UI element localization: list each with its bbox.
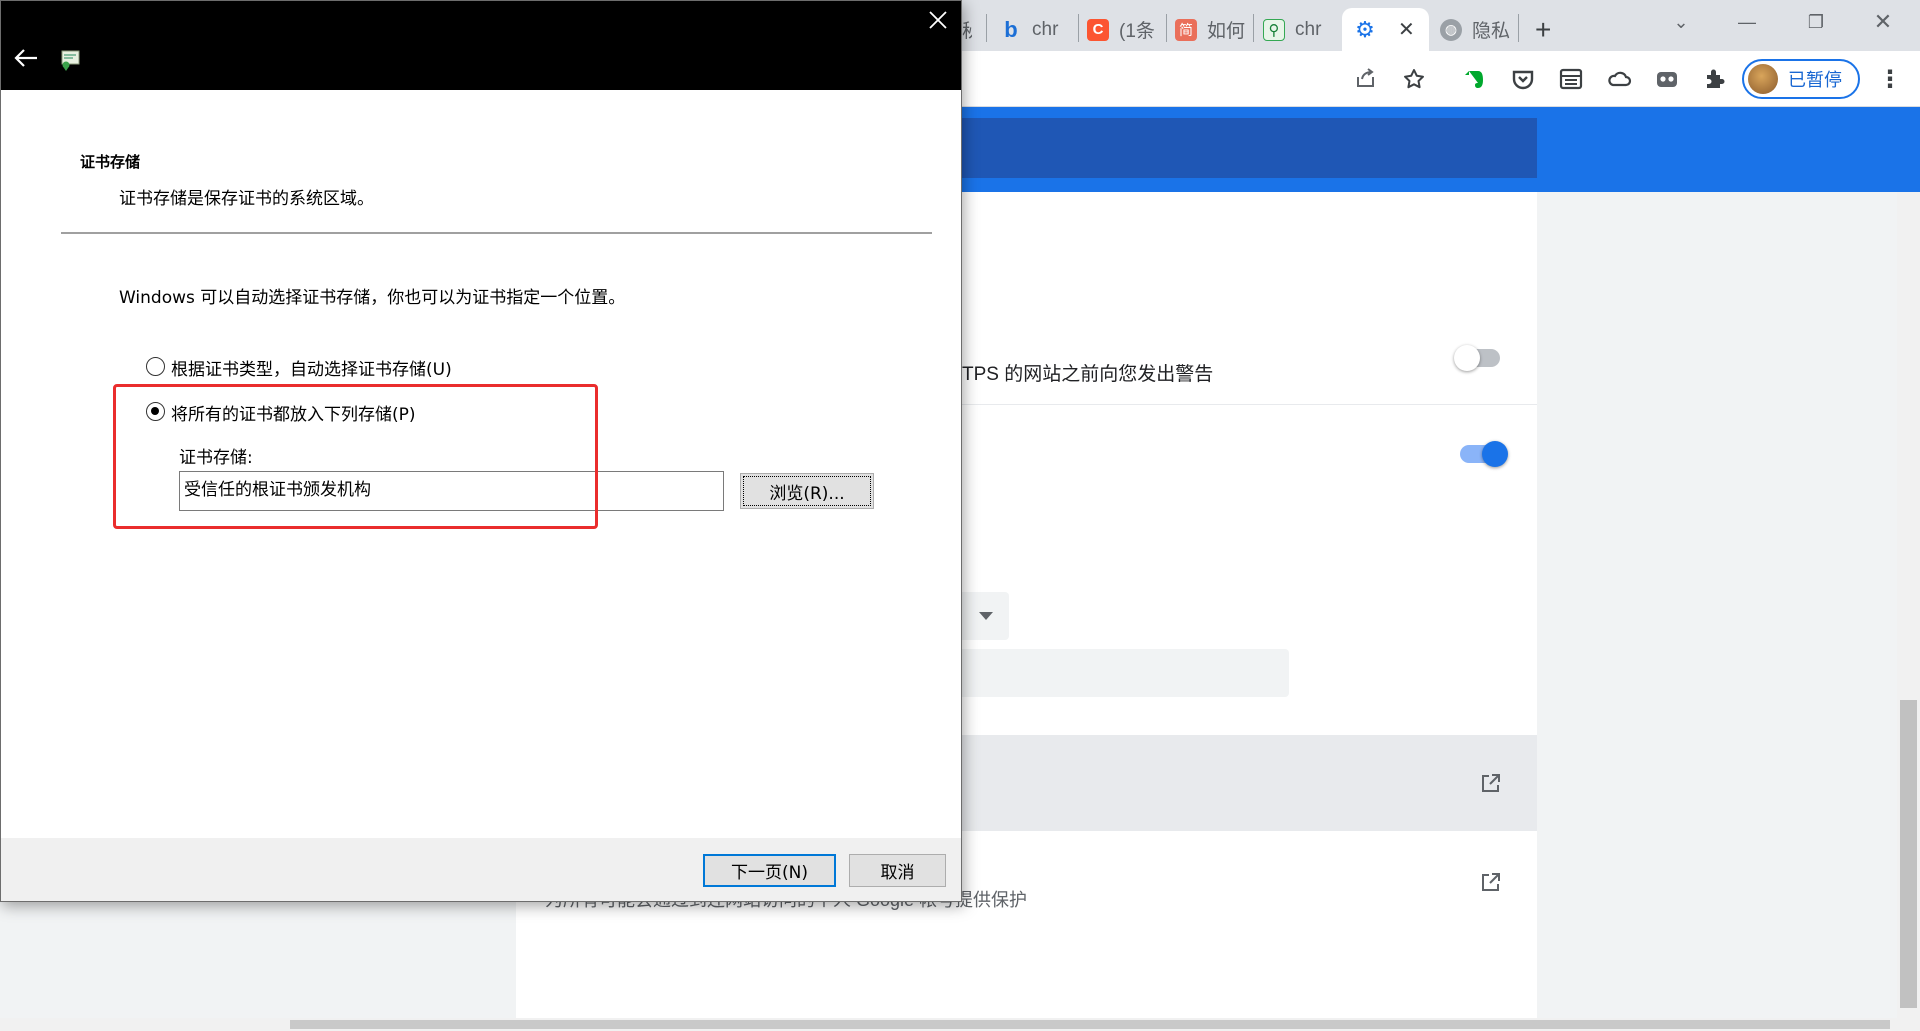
evernote-extension[interactable] [1461,65,1489,93]
cancel-button[interactable]: 取消 [849,854,946,887]
custom-dns-input[interactable] [962,649,1289,697]
divider [61,232,932,234]
next-button[interactable]: 下一页(N) [703,854,836,887]
tab-label: chr [1295,18,1322,40]
chevron-down-icon: ⌄ [1673,11,1689,32]
profile-button[interactable]: 已暂停 [1742,59,1860,99]
vertical-scrollbar[interactable] [1897,192,1920,1031]
plus-icon: + [1535,13,1552,45]
tab-search-button[interactable]: ⌄ [1650,0,1712,44]
window-close-button[interactable]: ✕ [1852,0,1914,44]
tab-separator [1166,14,1167,42]
evernote-icon [1465,71,1483,88]
tab-label: (1条 [1119,21,1155,42]
avatar [1748,64,1778,94]
tab-separator [1253,14,1254,42]
globe-icon: ◍ [1440,18,1462,41]
tab-maps[interactable]: ⚲ chr [1263,8,1345,51]
profile-status-label: 已暂停 [1788,70,1842,90]
https-warning-toggle[interactable] [1454,345,1500,371]
toggle-knob [1482,441,1508,467]
reader-extension[interactable] [1557,65,1585,93]
close-icon[interactable] [925,7,951,33]
radio-auto-select-store[interactable] [146,357,165,376]
certificate-icon [61,50,80,71]
restore-icon: ❐ [1807,11,1825,32]
dns-provider-dropdown[interactable] [962,592,1009,640]
tab-label: chr [1032,18,1059,40]
external-link-icon[interactable] [1478,871,1502,895]
page-subheading: 证书存储是保存证书的系统区域。 [119,189,374,209]
settings-gear-icon: ⚙ [1355,16,1375,42]
tab-separator [986,14,987,42]
radio-auto-select-store-label[interactable]: 根据证书类型，自动选择证书存储(U) [171,355,452,380]
radio-place-in-store-label[interactable]: 将所有的证书都放入下列存储(P) [171,400,416,425]
tab-bing[interactable]: b chr [1000,8,1078,51]
tab-settings[interactable]: ⚙ ✕ [1342,8,1429,51]
protection-toggle[interactable] [1460,441,1508,467]
extensions-button[interactable] [1701,65,1729,93]
page-description: Windows 可以自动选择证书存储，你也可以为证书指定一个位置。 [119,288,626,308]
tab-jianshu[interactable]: 简 如何 [1175,8,1255,51]
bing-icon: b [1004,16,1018,42]
bookmark-star-button[interactable] [1400,65,1428,93]
share-icon [1357,68,1374,87]
tab-label: 如何 [1207,21,1246,42]
dropdown-arrow-icon [978,612,993,620]
back-arrow-icon[interactable] [13,47,39,69]
tab-privacy[interactable]: ◍ 隐私 [1440,8,1518,51]
share-button[interactable] [1352,65,1380,93]
tab-separator [1078,14,1079,42]
pocket-icon [1512,70,1534,90]
cloud-icon [1608,71,1632,87]
scrollbar-thumb[interactable] [1900,700,1917,1008]
https-warning-text: TPS 的网站之前向您发出警告 [962,364,1214,385]
tab-separator [1518,14,1519,42]
external-link-icon[interactable] [1478,772,1502,796]
tab-csdn[interactable]: C (1条 [1087,8,1175,51]
scrollbar-thumb[interactable] [290,1020,1890,1029]
close-icon: ✕ [1873,9,1893,34]
puzzle-icon [1707,69,1725,88]
new-tab-button[interactable]: + [1535,8,1565,51]
minimize-icon: — [1738,11,1756,32]
chrome-menu-button[interactable]: ⋮ [1876,65,1904,93]
horizontal-scrollbar[interactable] [0,1018,1897,1031]
settings-search-area [960,118,1537,178]
jian-icon: 简 [1175,18,1197,41]
c-icon: C [1087,18,1109,41]
pocket-extension[interactable] [1509,65,1537,93]
reader-icon [1559,68,1583,90]
wizard-titlebar [1,1,961,90]
radio-place-in-store[interactable] [146,402,165,421]
certificate-store-field[interactable]: 受信任的根证书颁发机构 [179,471,724,511]
tab-close-icon[interactable]: ✕ [1398,17,1415,42]
certificate-import-wizard: 证书存储 证书存储是保存证书的系统区域。 Windows 可以自动选择证书存储，… [0,0,962,902]
tab-groups-extension[interactable] [1653,65,1681,93]
restore-button[interactable]: ❐ [1785,0,1847,44]
certificate-store-label: 证书存储: [179,448,253,468]
star-icon [1404,69,1424,89]
tab-partial[interactable]: 秘 [962,8,972,51]
minimize-button[interactable]: — [1716,0,1778,44]
mask-icon [1657,72,1677,87]
more-vert-icon: ⋮ [1878,65,1902,93]
maps-icon: ⚲ [1263,18,1285,41]
browse-button[interactable]: 浏览(R)... [740,473,874,509]
page-heading: 证书存储 [80,153,141,171]
tab-label: 隐私 [1472,21,1511,42]
tab-partial-label: 秘 [962,21,972,42]
toggle-knob [1454,345,1480,371]
cloud-extension[interactable] [1605,65,1633,93]
